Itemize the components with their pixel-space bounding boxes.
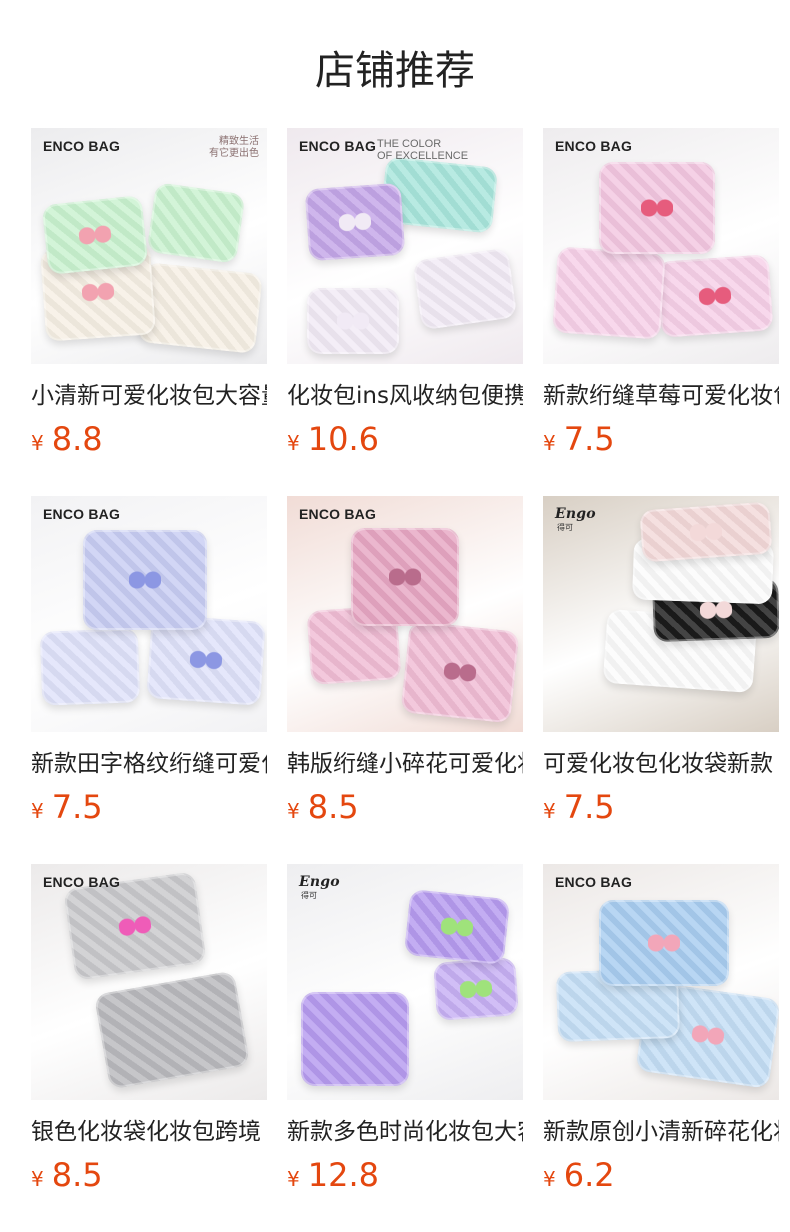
bow-decoration-icon: [698, 285, 732, 307]
bow-decoration-icon: [337, 312, 369, 330]
currency-symbol: ¥: [543, 799, 556, 823]
product-card[interactable]: ENCO BAG 新款田字格纹绗缝可爱化妆包 ¥7.5: [31, 496, 267, 829]
currency-symbol: ¥: [287, 1167, 300, 1191]
currency-symbol: ¥: [543, 1167, 556, 1191]
product-name[interactable]: 新款田字格纹绗缝可爱化妆包: [31, 749, 267, 779]
product-bag-shape: [93, 970, 251, 1090]
bow-decoration-icon: [81, 281, 115, 303]
product-name[interactable]: 新款原创小清新碎花化妆包: [543, 1117, 779, 1147]
brand-label: ENCO BAG: [43, 138, 121, 154]
brand-label: ENCO BAG: [43, 874, 121, 890]
product-image[interactable]: ENCO BAG THE COLOR OF EXCELLENCE: [287, 128, 523, 364]
currency-symbol: ¥: [31, 799, 44, 823]
product-price: ¥7.5: [543, 788, 615, 826]
brand-label: Engo: [299, 874, 340, 890]
brand-label: ENCO BAG: [555, 874, 633, 890]
product-card[interactable]: ENCO BAG THE COLOR OF EXCELLENCE 化妆包ins风收…: [287, 128, 523, 461]
product-image[interactable]: ENCO BAG: [543, 864, 779, 1100]
product-price: ¥12.8: [287, 1156, 379, 1194]
brand-label: ENCO BAG: [299, 506, 377, 522]
brand-label: ENCO BAG: [555, 138, 633, 154]
currency-symbol: ¥: [543, 431, 556, 455]
currency-symbol: ¥: [287, 431, 300, 455]
bow-decoration-icon: [440, 916, 474, 938]
section-title: 店铺推荐: [315, 48, 475, 94]
bow-decoration-icon: [78, 224, 112, 246]
product-image[interactable]: ENCO BAG 精致生活 有它更出色: [31, 128, 267, 364]
product-bag-shape: [39, 628, 141, 706]
bow-decoration-icon: [699, 600, 733, 620]
product-card[interactable]: ENCO BAG 精致生活 有它更出色 小清新可爱化妆包大容量 ¥8.8: [31, 128, 267, 461]
product-bag-shape: [137, 262, 263, 354]
bow-decoration-icon: [641, 199, 673, 217]
product-image[interactable]: ENCO BAG: [31, 496, 267, 732]
currency-symbol: ¥: [31, 1167, 44, 1191]
bow-decoration-icon: [338, 211, 372, 233]
product-card[interactable]: ENCO BAG 新款原创小清新碎花化妆包 ¥6.2: [543, 864, 779, 1197]
bow-decoration-icon: [129, 571, 161, 589]
brand-label: ENCO BAG: [299, 138, 377, 154]
product-name[interactable]: 新款多色时尚化妆包大容量: [287, 1117, 523, 1147]
product-name[interactable]: 韩版绗缝小碎花可爱化妆包: [287, 749, 523, 779]
product-price: ¥8.5: [31, 1156, 103, 1194]
product-card[interactable]: Engo 得可 可爱化妆包化妆袋新款 ¥7.5: [543, 496, 779, 829]
product-image[interactable]: ENCO BAG: [31, 864, 267, 1100]
product-image[interactable]: Engo 得可: [287, 864, 523, 1100]
brand-label: Engo: [555, 506, 596, 522]
brand-label: ENCO BAG: [43, 506, 121, 522]
product-image[interactable]: ENCO BAG: [543, 128, 779, 364]
product-price: ¥7.5: [543, 420, 615, 458]
bow-decoration-icon: [389, 568, 421, 586]
product-price: ¥8.8: [31, 420, 103, 458]
image-caption: 得可: [301, 891, 317, 900]
product-name[interactable]: 可爱化妆包化妆袋新款: [543, 749, 779, 779]
product-name[interactable]: 化妆包ins风收纳包便携: [287, 381, 523, 411]
bow-decoration-icon: [689, 521, 723, 543]
product-price: ¥6.2: [543, 1156, 615, 1194]
product-bag-shape: [552, 246, 666, 340]
product-image[interactable]: ENCO BAG: [287, 496, 523, 732]
currency-symbol: ¥: [287, 799, 300, 823]
image-caption: 得可: [557, 523, 573, 532]
product-card[interactable]: Engo 得可 新款多色时尚化妆包大容量 ¥12.8: [287, 864, 523, 1197]
product-bag-shape: [412, 247, 518, 331]
product-card[interactable]: ENCO BAG 新款绗缝草莓可爱化妆包 ¥7.5: [543, 128, 779, 461]
bow-decoration-icon: [459, 978, 493, 1000]
bow-decoration-icon: [189, 649, 223, 671]
product-name[interactable]: 银色化妆袋化妆包跨境: [31, 1117, 267, 1147]
bow-decoration-icon: [443, 661, 477, 683]
product-card[interactable]: ENCO BAG 银色化妆袋化妆包跨境 ¥8.5: [31, 864, 267, 1197]
product-name[interactable]: 小清新可爱化妆包大容量: [31, 381, 267, 411]
currency-symbol: ¥: [31, 431, 44, 455]
product-image[interactable]: Engo 得可: [543, 496, 779, 732]
product-bag-shape: [301, 992, 409, 1086]
product-price: ¥7.5: [31, 788, 103, 826]
product-price: ¥8.5: [287, 788, 359, 826]
product-card[interactable]: ENCO BAG 韩版绗缝小碎花可爱化妆包 ¥8.5: [287, 496, 523, 829]
product-bag-shape: [146, 182, 246, 264]
product-price: ¥10.6: [287, 420, 379, 458]
image-caption: THE COLOR OF EXCELLENCE: [377, 138, 469, 162]
product-name[interactable]: 新款绗缝草莓可爱化妆包: [543, 381, 779, 411]
image-caption: 精致生活 有它更出色: [209, 136, 259, 159]
bow-decoration-icon: [648, 934, 680, 952]
